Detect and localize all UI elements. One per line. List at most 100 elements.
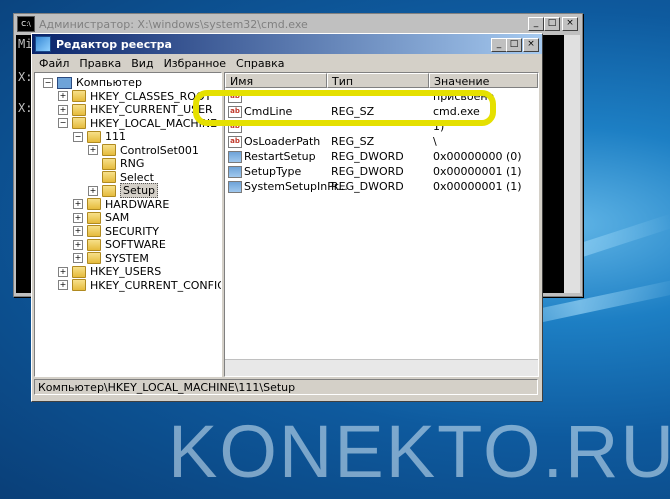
expand-icon[interactable]: + xyxy=(73,226,83,236)
close-button[interactable]: × xyxy=(562,17,578,31)
value-name: SystemSetupInPr... xyxy=(228,180,348,194)
tree-node-label: HKEY_USERS xyxy=(90,265,162,278)
expand-icon[interactable]: + xyxy=(88,185,98,196)
tree-node-label: HARDWARE xyxy=(105,197,170,211)
folder-icon xyxy=(102,157,116,170)
expand-icon[interactable]: + xyxy=(73,253,83,263)
value-data: 0x00000001 (1) xyxy=(433,180,522,193)
minimize-button[interactable]: _ xyxy=(528,17,544,31)
value-name: RestartSetup xyxy=(228,150,316,164)
folder-icon xyxy=(102,171,116,183)
close-button[interactable]: × xyxy=(523,38,539,52)
tree-node[interactable]: + Setup xyxy=(88,183,159,198)
status-bar: Компьютер\HKEY_LOCAL_MACHINE\111\Setup xyxy=(34,379,538,395)
maximize-button[interactable]: □ xyxy=(506,38,522,52)
value-data: 0x00000000 (0) xyxy=(433,150,522,163)
value-type: REG_DWORD xyxy=(331,150,404,163)
cmd-icon: C:\ xyxy=(17,16,35,32)
tree-node[interactable]: Select xyxy=(88,171,154,184)
expand-icon[interactable]: + xyxy=(73,199,83,209)
expand-icon[interactable]: + xyxy=(73,212,83,223)
tree-node[interactable]: + HKEY_CLASSES_ROOT xyxy=(58,90,211,103)
tree-node[interactable]: − HKEY_LOCAL_MACHINE xyxy=(58,117,217,130)
cmd-scrollbar[interactable] xyxy=(564,35,580,293)
folder-icon xyxy=(102,184,116,197)
expand-icon[interactable]: + xyxy=(58,266,68,277)
collapse-icon[interactable]: − xyxy=(58,118,68,128)
folder-icon xyxy=(87,211,101,224)
menu-edit[interactable]: Правка xyxy=(74,57,126,70)
collapse-icon[interactable]: − xyxy=(73,131,83,142)
value-row[interactable]: ab OsLoaderPath REG_SZ \ xyxy=(225,135,538,149)
expand-icon[interactable]: + xyxy=(58,104,68,115)
value-type: REG_DWORD xyxy=(331,180,404,193)
tree-node[interactable]: + HKEY_CURRENT_CONFIG xyxy=(58,278,222,292)
expand-icon[interactable]: + xyxy=(58,280,68,290)
value-type: REG_SZ xyxy=(331,135,375,148)
computer-icon xyxy=(57,76,72,89)
tree-node-label: SOFTWARE xyxy=(105,238,166,251)
value-data: \ xyxy=(433,135,437,148)
tree-node-label: SECURITY xyxy=(105,224,159,238)
highlight-annotation xyxy=(193,90,496,126)
menu-help[interactable]: Справка xyxy=(231,57,289,70)
tree-node-label: RNG xyxy=(120,157,145,170)
watermark-text: KONEKTO.RU xyxy=(168,410,670,493)
value-type: REG_DWORD xyxy=(331,165,404,178)
folder-icon xyxy=(87,198,101,210)
folder-icon xyxy=(87,130,101,143)
tree-node[interactable]: − 111 xyxy=(73,130,126,143)
regedit-window[interactable]: Редактор реестра _ □ × Файл Правка Вид И… xyxy=(31,33,543,402)
column-header-name[interactable]: Имя xyxy=(225,73,327,88)
cmd-title: Администратор: X:\windows\system32\cmd.e… xyxy=(39,17,308,31)
tree-node[interactable]: + SAM xyxy=(73,211,129,224)
tree-node[interactable]: RNG xyxy=(88,157,144,170)
folder-icon xyxy=(72,90,86,102)
menu-favorites[interactable]: Избранное xyxy=(159,57,231,70)
folder-icon xyxy=(87,238,101,251)
tree-node[interactable]: − Компьютер xyxy=(43,76,142,89)
value-name: SetupType xyxy=(228,165,301,179)
tree-node-label: Компьютер xyxy=(76,76,142,89)
maximize-button[interactable]: □ xyxy=(544,17,560,31)
tree-node[interactable]: + ControlSet001 xyxy=(88,144,199,157)
string-value-icon: ab xyxy=(228,136,242,148)
expand-icon[interactable]: + xyxy=(88,145,98,155)
value-name: ab OsLoaderPath xyxy=(228,135,320,149)
tree-node[interactable]: + HKEY_USERS xyxy=(58,265,161,278)
value-row[interactable]: SystemSetupInPr... REG_DWORD 0x00000001 (1… xyxy=(225,180,538,194)
horizontal-scrollbar[interactable] xyxy=(225,359,538,376)
value-row[interactable]: SetupType REG_DWORD 0x00000001 (1) xyxy=(225,165,538,179)
collapse-icon[interactable]: − xyxy=(43,77,53,88)
tree-node[interactable]: + SECURITY xyxy=(73,225,159,238)
regedit-title: Редактор реестра xyxy=(56,37,172,51)
dword-value-icon xyxy=(228,166,242,178)
menu-view[interactable]: Вид xyxy=(126,57,158,70)
folder-icon xyxy=(72,265,86,278)
menubar: Файл Правка Вид Избранное Справка xyxy=(32,54,542,72)
minimize-button[interactable]: _ xyxy=(491,38,507,52)
tree-node[interactable]: + SOFTWARE xyxy=(73,238,166,251)
tree-node-label: HKEY_CURRENT_CONFIG xyxy=(90,278,222,292)
column-header-data[interactable]: Значение xyxy=(429,73,538,88)
column-header-type[interactable]: Тип xyxy=(327,73,429,88)
tree-node[interactable]: + HARDWARE xyxy=(73,198,169,211)
tree-node-label: ControlSet001 xyxy=(120,143,199,157)
dword-value-icon xyxy=(228,181,242,193)
expand-icon[interactable]: + xyxy=(58,91,68,101)
value-row[interactable]: RestartSetup REG_DWORD 0x00000000 (0) xyxy=(225,150,538,164)
dword-value-icon xyxy=(228,151,242,163)
folder-icon xyxy=(72,103,86,116)
tree-node-label: SYSTEM xyxy=(105,251,149,265)
cmd-titlebar[interactable]: C:\ Администратор: X:\windows\system32\c… xyxy=(14,14,582,34)
tree-node-label: SAM xyxy=(105,211,130,224)
tree-node-label: 111 xyxy=(105,130,126,143)
menu-file[interactable]: Файл xyxy=(34,57,74,70)
tree-node[interactable]: + SYSTEM xyxy=(73,252,149,265)
tree-node[interactable]: + HKEY_CURRENT_USER xyxy=(58,103,213,116)
folder-icon xyxy=(72,279,86,291)
regedit-titlebar[interactable]: Редактор реестра xyxy=(32,34,542,54)
expand-icon[interactable]: + xyxy=(73,239,83,250)
